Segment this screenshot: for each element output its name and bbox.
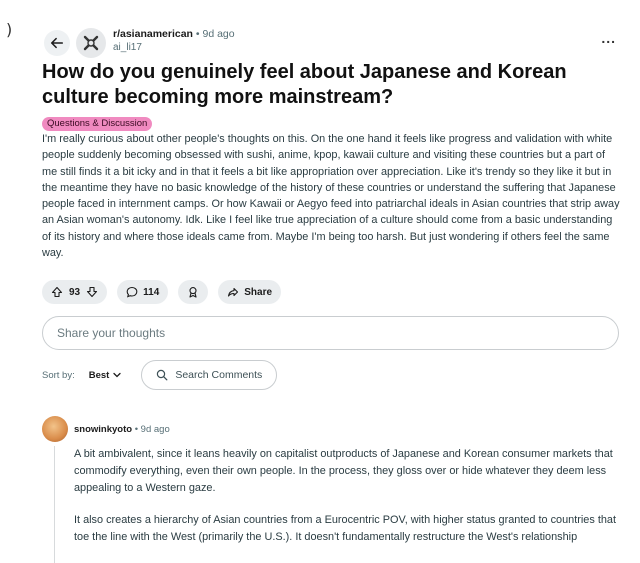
subreddit-icon: [83, 35, 99, 51]
sort-value: Best: [88, 369, 110, 381]
search-comments-button[interactable]: Search Comments: [141, 360, 278, 390]
window-edge-mark: ): [6, 20, 13, 39]
post-body: I'm really curious about other people's …: [42, 133, 620, 260]
comment-input[interactable]: Share your thoughts: [42, 316, 619, 350]
upvote-icon[interactable]: [51, 286, 63, 298]
sort-bar: Sort by: Best Search Comments: [42, 360, 278, 390]
sort-label: Sort by:: [42, 369, 75, 381]
search-icon: [157, 369, 168, 381]
back-button[interactable]: [44, 30, 70, 56]
post-author[interactable]: ai_li17: [113, 41, 235, 54]
vote-count: 93: [69, 286, 81, 298]
award-icon: [189, 287, 197, 298]
meta-separator: •: [195, 28, 200, 40]
share-icon: [228, 287, 239, 297]
comment-meta: snowinkyoto • 9d ago: [74, 424, 170, 435]
meta-separator: •: [134, 424, 139, 435]
post-time: 9d ago: [202, 28, 235, 40]
share-button[interactable]: Share: [218, 280, 282, 304]
post-flair[interactable]: Questions & Discussion: [42, 117, 153, 131]
comment-author[interactable]: snowinkyoto: [74, 424, 132, 435]
post-meta: r/asianamerican • 9d ago ai_li17: [113, 28, 235, 54]
comment-count: 114: [143, 286, 160, 298]
comment-body: A bit ambivalent, since it leans heavily…: [74, 446, 622, 562]
comment-paragraph: A bit ambivalent, since it leans heavily…: [74, 448, 613, 494]
subreddit-avatar[interactable]: [76, 28, 106, 58]
sort-dropdown[interactable]: Best: [89, 370, 122, 381]
comment-icon: [126, 286, 138, 298]
search-comments-label: Search Comments: [175, 369, 263, 381]
post-header: r/asianamerican • 9d ago ai_li17 ...: [40, 26, 626, 62]
post-actions: 93 114 Share: [42, 280, 282, 304]
share-label: Share: [244, 286, 273, 298]
downvote-icon[interactable]: [86, 286, 98, 298]
thread-line[interactable]: [54, 446, 55, 563]
avatar[interactable]: [42, 416, 68, 442]
back-arrow-icon: [50, 37, 64, 49]
subreddit-name[interactable]: r/asianamerican: [113, 28, 193, 40]
post-title: How do you genuinely feel about Japanese…: [42, 61, 567, 108]
comments-button[interactable]: 114: [117, 280, 169, 304]
vote-control: 93: [42, 280, 108, 304]
more-options-button[interactable]: ...: [601, 30, 616, 46]
award-button[interactable]: [178, 280, 209, 304]
chevron-down-icon: [113, 372, 121, 378]
comment-paragraph: It also creates a hierarchy of Asian cou…: [74, 514, 616, 544]
comment-time: 9d ago: [140, 424, 170, 435]
